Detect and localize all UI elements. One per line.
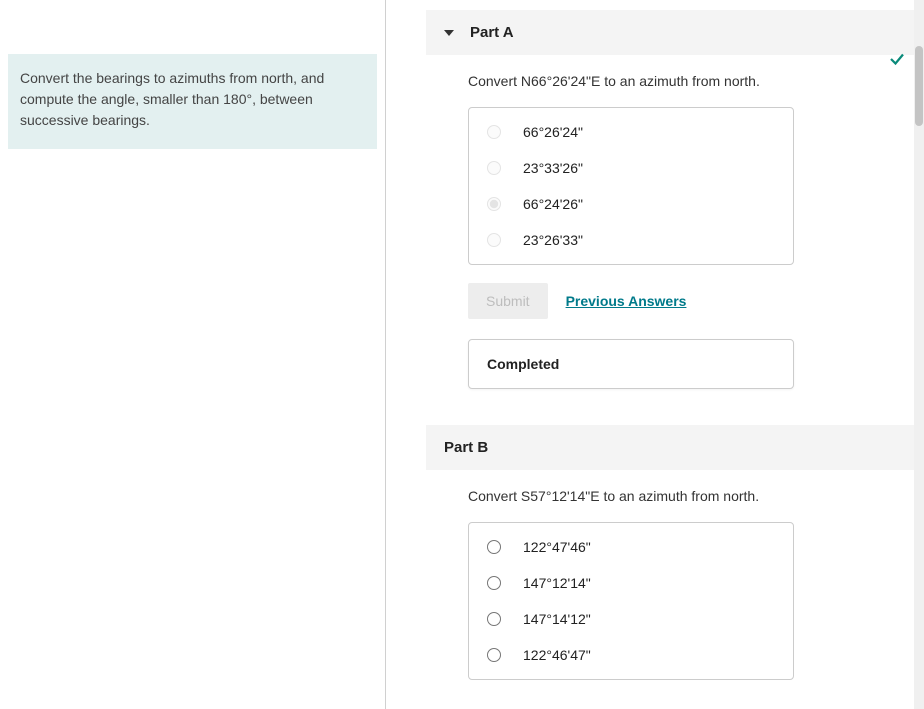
submit-button: Submit [468, 283, 548, 319]
part-a-prompt: Convert N66°26'24"E to an azimuth from n… [468, 73, 924, 89]
part-a-header[interactable]: Part A [426, 10, 924, 55]
part-b-options: 122°47'46" 147°12'14" 147°14'12" 122°46'… [468, 522, 794, 680]
radio-input[interactable] [487, 648, 501, 662]
scrollbar-track[interactable] [914, 0, 924, 709]
option-label: 122°46'47" [523, 647, 591, 663]
part-a-option-0[interactable]: 66°26'24" [469, 114, 793, 150]
part-b-option-0[interactable]: 122°47'46" [469, 529, 793, 565]
radio-input[interactable] [487, 197, 501, 211]
part-a-option-3[interactable]: 23°26'33" [469, 222, 793, 258]
part-b-header[interactable]: Part B [426, 425, 924, 470]
part-a-section: Part A Convert N66°26'24"E to an azimuth… [426, 10, 924, 389]
completed-label: Completed [487, 356, 559, 372]
part-b-title: Part B [444, 439, 488, 456]
instruction-box: Convert the bearings to azimuths from no… [8, 54, 377, 149]
option-label: 66°24'26" [523, 196, 583, 212]
radio-input[interactable] [487, 125, 501, 139]
radio-input[interactable] [487, 576, 501, 590]
completed-status: Completed [468, 339, 794, 389]
option-label: 147°12'14" [523, 575, 591, 591]
scrollbar-thumb[interactable] [915, 46, 923, 126]
option-label: 66°26'24" [523, 124, 583, 140]
caret-down-icon [444, 30, 454, 36]
part-a-option-2[interactable]: 66°24'26" [469, 186, 793, 222]
part-b-section: Part B Convert S57°12'14"E to an azimuth… [426, 425, 924, 680]
part-b-prompt: Convert S57°12'14"E to an azimuth from n… [468, 488, 924, 504]
radio-input[interactable] [487, 161, 501, 175]
previous-answers-link[interactable]: Previous Answers [566, 293, 687, 309]
checkmark-icon [888, 50, 906, 71]
part-a-options: 66°26'24" 23°33'26" 66°24'26" 23°26'33" [468, 107, 794, 265]
part-b-option-1[interactable]: 147°12'14" [469, 565, 793, 601]
option-label: 23°33'26" [523, 160, 583, 176]
part-b-option-2[interactable]: 147°14'12" [469, 601, 793, 637]
radio-input[interactable] [487, 540, 501, 554]
part-a-title: Part A [470, 24, 514, 41]
instruction-text: Convert the bearings to azimuths from no… [20, 70, 324, 128]
part-a-option-1[interactable]: 23°33'26" [469, 150, 793, 186]
part-b-option-3[interactable]: 122°46'47" [469, 637, 793, 673]
option-label: 147°14'12" [523, 611, 591, 627]
option-label: 23°26'33" [523, 232, 583, 248]
radio-input[interactable] [487, 612, 501, 626]
radio-input[interactable] [487, 233, 501, 247]
option-label: 122°47'46" [523, 539, 591, 555]
